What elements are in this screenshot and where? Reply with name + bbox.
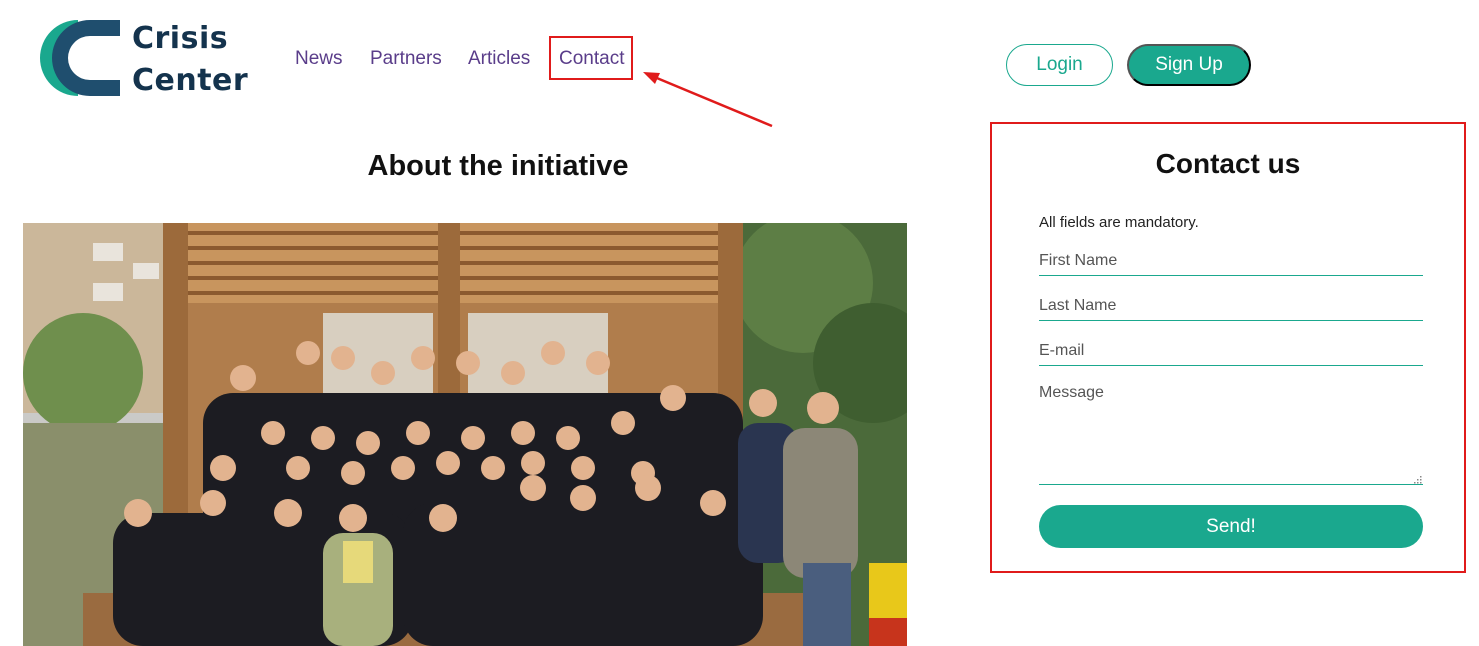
message-input[interactable]: [1039, 379, 1423, 485]
contact-highlight-box: [549, 36, 633, 80]
about-title: About the initiative: [367, 150, 629, 182]
team-photo-illustration: [23, 223, 907, 646]
contact-title: Contact us: [1155, 148, 1301, 179]
email-input[interactable]: [1039, 336, 1423, 366]
first-name-input[interactable]: [1039, 246, 1423, 276]
login-button[interactable]: Login: [1006, 44, 1113, 86]
nav-partners[interactable]: Partners: [370, 48, 442, 70]
contact-form-panel: Contact us All fields are mandatory. Sen…: [990, 122, 1466, 573]
brand-name-line1: Crisis: [132, 21, 229, 56]
mandatory-note: All fields are mandatory.: [1039, 214, 1199, 231]
nav-news[interactable]: News: [295, 48, 343, 70]
annotation-arrow-icon: [643, 72, 773, 128]
team-photo: [23, 223, 907, 646]
brand-name-line2: Center: [132, 63, 249, 98]
resize-grip-icon[interactable]: [1414, 476, 1422, 484]
nav-articles[interactable]: Articles: [468, 48, 530, 70]
brand-name: Crisis Center: [132, 18, 248, 102]
site-logo[interactable]: Crisis Center: [28, 16, 268, 100]
signup-button[interactable]: Sign Up: [1127, 44, 1251, 86]
crisis-center-logo-icon: [40, 20, 120, 96]
last-name-input[interactable]: [1039, 291, 1423, 321]
send-button[interactable]: Send!: [1039, 505, 1423, 548]
